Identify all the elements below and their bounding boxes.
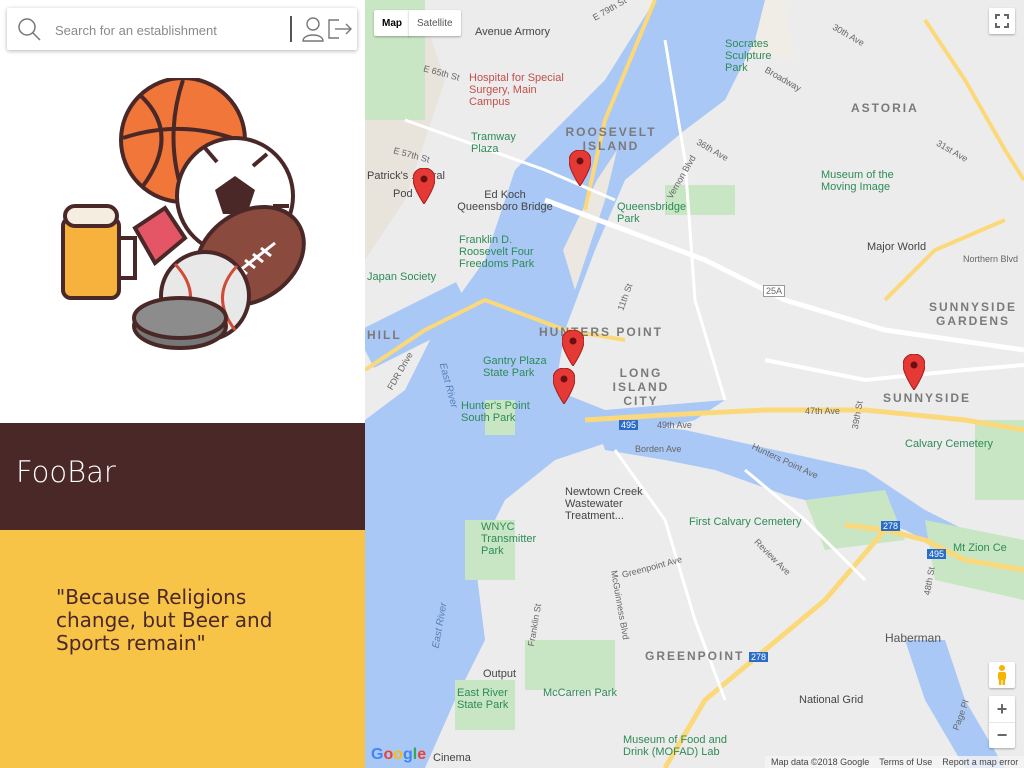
- quote-panel: "Because Religions change, but Beer and …: [0, 530, 365, 768]
- map-label-newtown: Newtown Creek Wastewater Treatment...: [565, 486, 643, 522]
- map-label-japan-society: Japan Society: [367, 271, 437, 283]
- zoom-out-button[interactable]: −: [989, 722, 1015, 748]
- search-input[interactable]: [53, 18, 287, 42]
- map-label-49th-ave: 49th Ave: [657, 420, 692, 430]
- map-label-astoria: ASTORIA: [851, 101, 919, 115]
- map-data-credit: Map data ©2018 Google: [771, 757, 870, 767]
- fullscreen-icon: [995, 14, 1009, 28]
- map-label-northern-blvd: Northern Blvd: [963, 254, 1019, 264]
- pegman-icon: [998, 665, 1006, 685]
- map-label-hospital: Hospital for Special Surgery, Main Campu…: [469, 72, 564, 108]
- fullscreen-button[interactable]: [989, 8, 1015, 34]
- street-view-button[interactable]: [989, 662, 1015, 688]
- google-logo-letter: o: [393, 746, 404, 763]
- map-attribution: Map data ©2018 Google Terms of Use Repor…: [765, 756, 1024, 768]
- map-label-queensbridge: Queensbridge Park: [617, 201, 687, 225]
- map-label-tramway: Tramway Plaza: [471, 131, 516, 155]
- map-label-majorworld: Major World: [867, 241, 927, 253]
- map-label-47th-ave: 47th Ave: [805, 406, 840, 416]
- map-pin[interactable]: [413, 168, 435, 204]
- map-label-haberman: Haberman: [885, 631, 942, 645]
- map-label-east-river-state-park: East River State Park: [457, 687, 509, 711]
- map-label-mofad: Museum of Food and Drink (MOFAD) Lab: [623, 734, 727, 758]
- map-label-i495-a: 495: [619, 420, 639, 430]
- search-bar: [7, 8, 357, 50]
- google-logo-letter: G: [371, 746, 384, 763]
- map-label-mccarren: McCarren Park: [543, 687, 617, 699]
- map-label-cinema: Cinema: [433, 752, 471, 764]
- map-pin[interactable]: [562, 330, 584, 366]
- map-label-four-freedoms-park: Franklin D. Roosevelt Four Freedoms Park: [459, 234, 535, 270]
- map-label-wnyc: WNYC Transmitter Park: [481, 521, 537, 557]
- zoom-in-button[interactable]: +: [989, 696, 1015, 723]
- map-type-map-button[interactable]: Map: [374, 10, 410, 36]
- map-label-i278-a: 278: [881, 521, 901, 531]
- search-icon[interactable]: [17, 17, 41, 41]
- map[interactable]: ASTORIA ROOSEVELT ISLAND HUNTERS POINT L…: [365, 0, 1024, 768]
- map-label-museum-moving-image: Museum of the Moving Image: [821, 169, 894, 193]
- map-label-hunters-point: HUNTERS POINT: [539, 325, 664, 339]
- brand-panel: FooBar: [0, 423, 365, 530]
- user-icon[interactable]: [301, 16, 325, 42]
- map-label-25a: 25A: [763, 285, 786, 297]
- report-map-error-link[interactable]: Report a map error: [942, 757, 1018, 767]
- quote-text: "Because Religions change, but Beer and …: [56, 585, 273, 655]
- map-label-gantry: Gantry Plaza State Park: [483, 355, 547, 379]
- map-label-hill: HILL: [367, 328, 402, 342]
- map-pin[interactable]: [553, 368, 575, 404]
- brand-name: FooBar: [16, 455, 116, 489]
- map-label-calvary: Calvary Cemetery: [905, 438, 994, 450]
- map-label-roosevelt-island: ROOSEVELT ISLAND: [565, 125, 657, 153]
- terms-of-use-link[interactable]: Terms of Use: [879, 757, 932, 767]
- map-label-socrates: Socrates Sculpture Park: [725, 38, 772, 74]
- logout-icon[interactable]: [327, 18, 353, 40]
- map-label-armory: Avenue Armory: [475, 26, 551, 38]
- map-label-hunters-point-south: Hunter's Point South Park: [461, 400, 530, 424]
- map-label-greenpoint: GREENPOINT: [645, 649, 745, 663]
- map-label-i495-b: 495: [927, 549, 947, 559]
- map-label-long-island-city: LONG ISLAND CITY: [612, 366, 670, 408]
- map-label-sunnyside-gardens: SUNNYSIDE GARDENS: [928, 300, 1017, 328]
- map-label-sunnyside: SUNNYSIDE: [883, 391, 972, 405]
- sidebar: FooBar "Because Religions change, but Be…: [0, 0, 365, 768]
- map-label-national-grid: National Grid: [799, 694, 864, 706]
- zoom-controls: + −: [989, 696, 1015, 748]
- map-label-edkoch: Ed Koch Queensboro Bridge: [457, 189, 553, 213]
- google-logo-letter: o: [383, 746, 394, 763]
- map-label-i278-b: 278: [749, 652, 769, 662]
- map-label-borden-ave: Borden Ave: [635, 444, 682, 454]
- map-pin[interactable]: [903, 354, 925, 390]
- google-logo-letter: g: [403, 746, 413, 763]
- map-label-pod: Pod: [393, 188, 413, 200]
- google-logo[interactable]: Google: [371, 746, 426, 764]
- map-label-mtzion: Mt Zion Ce: [953, 542, 1007, 554]
- map-label-first-calvary: First Calvary Cemetery: [689, 516, 802, 528]
- map-label-output: Output: [483, 668, 517, 680]
- sports-illustration: [61, 78, 306, 350]
- search-divider: [290, 16, 292, 42]
- map-pin[interactable]: [569, 150, 591, 186]
- google-logo-letter: e: [417, 746, 427, 763]
- map-type-satellite-button[interactable]: Satellite: [409, 10, 461, 36]
